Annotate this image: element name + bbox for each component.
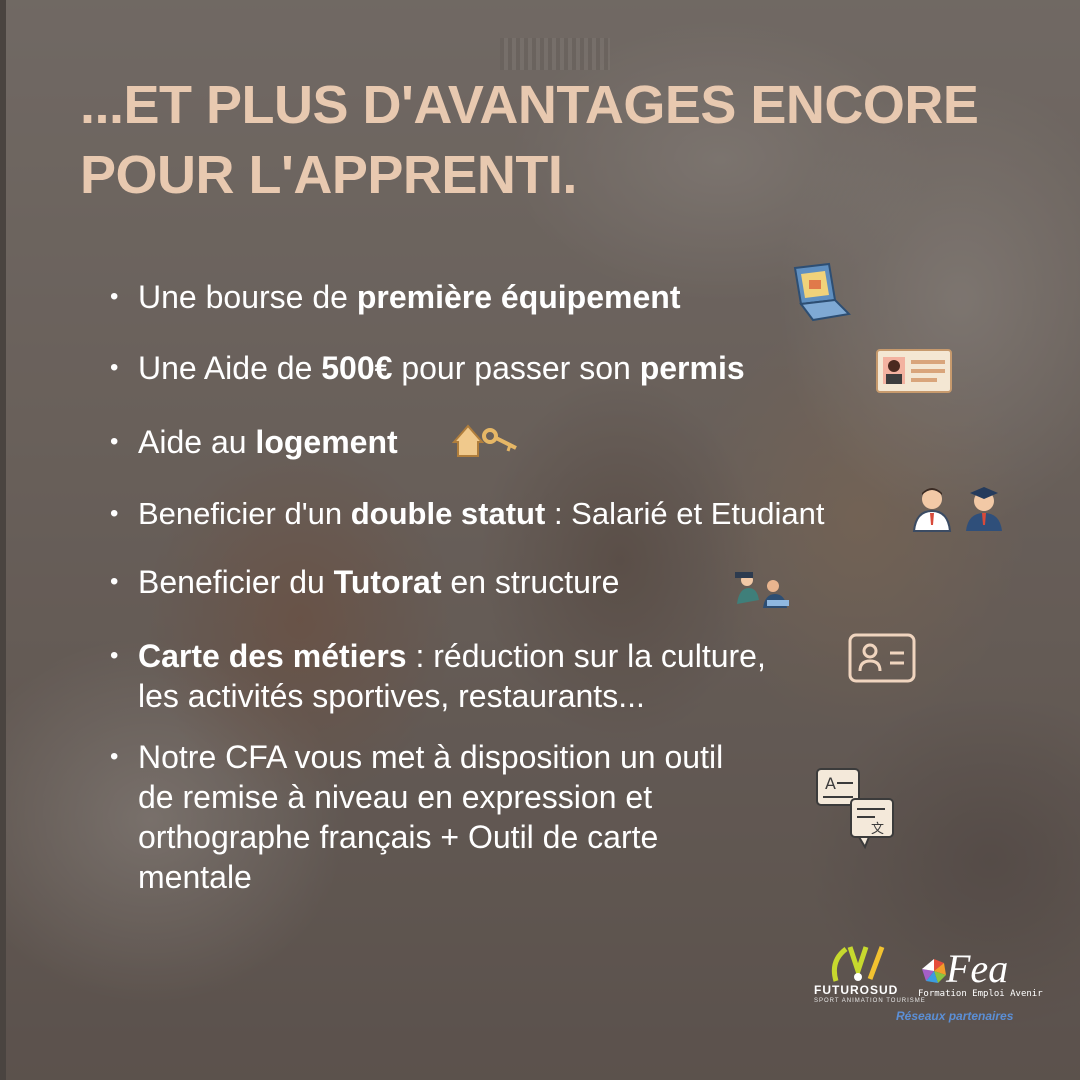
fea-tagline: Formation Emploi Avenir	[918, 989, 1043, 999]
bullet: •	[110, 568, 119, 595]
bullet: •	[110, 354, 119, 381]
benefit-highlight: première équipement	[356, 279, 681, 315]
laptop-icon	[793, 262, 851, 322]
bullet: •	[110, 283, 119, 310]
futurosud-name: FUTUROSUD	[814, 983, 899, 997]
svg-text:A: A	[825, 774, 836, 793]
house-key-icon	[451, 424, 517, 457]
member-card-icon	[848, 633, 916, 683]
benefit-highlight: Carte des métiers	[138, 638, 407, 674]
benefit-highlight: double statut	[350, 496, 546, 531]
fea-name: Fea	[946, 946, 1009, 991]
tutoring-icon	[735, 572, 789, 608]
futurosud-tagline: SPORT ANIMATION TOURISME	[814, 998, 926, 1004]
bullet: •	[110, 642, 119, 669]
left-edge-strip	[0, 0, 6, 1080]
bullet: •	[110, 500, 119, 527]
benefit-highlight: Tutorat	[333, 564, 442, 600]
benefit-highlight: 500€	[321, 350, 393, 386]
futurosud-logo	[831, 946, 885, 982]
bullet: •	[110, 743, 119, 770]
bullet: •	[110, 428, 119, 455]
partners-label: Réseaux partenaires	[896, 1009, 1014, 1023]
translate-icon: A 文	[816, 768, 894, 849]
fea-logo-mark	[922, 959, 946, 983]
benefit-highlight: logement	[255, 424, 398, 460]
id-card-icon	[876, 349, 952, 393]
partner-logos: FUTUROSUD SPORT ANIMATION TOURISME Fea F…	[808, 935, 1048, 1030]
employee-student-icon	[912, 487, 1002, 532]
svg-text:文: 文	[871, 822, 884, 837]
benefit-highlight: permis	[639, 350, 745, 386]
page-title: ...ET PLUS D'AVANTAGES ENCORE POUR L'APP…	[80, 70, 980, 210]
title-line-2: POUR L'APPRENTI.	[80, 145, 577, 205]
title-line-1: ...ET PLUS D'AVANTAGES ENCORE	[80, 75, 979, 135]
